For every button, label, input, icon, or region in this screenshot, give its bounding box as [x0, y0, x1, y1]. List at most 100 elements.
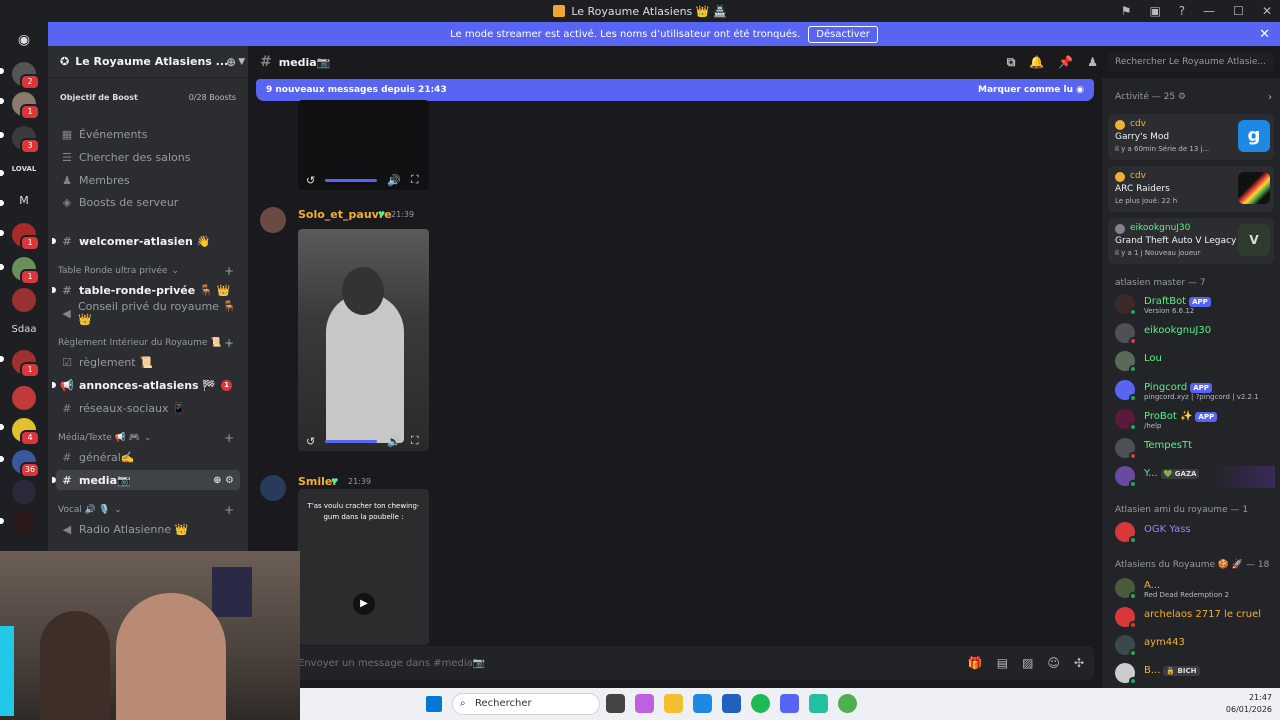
activity-card[interactable]: eikookgnuJ30 Grand Theft Auto V Legacy i… — [1108, 218, 1274, 264]
edge-icon[interactable] — [693, 694, 712, 713]
activity-header[interactable]: Activité — 25 ⚙ — [1115, 92, 1186, 102]
screen-share-icon[interactable]: ▣ — [1149, 4, 1160, 18]
member-item[interactable]: Lou — [1115, 351, 1275, 373]
member-item[interactable]: Y... 💚 GAZA — [1115, 466, 1275, 488]
server-search-input[interactable]: Rechercher Le Royaume Atlasie... — [1108, 52, 1274, 72]
help-icon[interactable]: ? — [1179, 4, 1185, 18]
volume-icon[interactable]: 🔊 — [387, 174, 401, 187]
maximize-button[interactable]: ☐ — [1233, 4, 1244, 18]
replay-icon[interactable]: ↺ — [306, 435, 315, 448]
server-icon[interactable]: 1 — [12, 223, 40, 251]
member-item[interactable]: A... Red Dead Redemption 2 — [1115, 578, 1275, 600]
member-list-icon[interactable]: ♟ — [1087, 55, 1098, 69]
inbox-flag-icon[interactable]: ⚑ — [1121, 4, 1132, 18]
add-channel-icon[interactable]: + — [224, 336, 234, 350]
chevron-right-icon[interactable]: › — [1268, 92, 1272, 103]
server-icon[interactable] — [12, 386, 36, 410]
new-messages-bar[interactable]: 9 nouveaux messages depuis 21:43 Marquer… — [256, 79, 1094, 101]
fullscreen-icon[interactable]: ⛶ — [411, 434, 419, 448]
app-icon[interactable] — [809, 694, 828, 713]
server-label-sdaa[interactable]: Sdaa — [8, 324, 40, 335]
category-media-texte[interactable]: Média/Texte 📢 🎮 ⌄ + — [56, 430, 240, 446]
gif-icon[interactable]: ▤ — [997, 656, 1008, 670]
server-icon[interactable]: 3 — [12, 126, 40, 154]
server-label-loval[interactable]: LOVAL — [8, 165, 40, 173]
minimize-button[interactable]: — — [1203, 4, 1215, 18]
server-icon[interactable]: 4 — [12, 418, 40, 446]
channel-table-ronde-privee[interactable]: # table-ronde-privée 🪑 👑 — [52, 280, 240, 300]
voice-channel-radio[interactable]: ◀ Radio Atlasienne 👑 — [56, 519, 240, 539]
task-view-icon[interactable] — [606, 694, 625, 713]
avatar[interactable] — [260, 475, 286, 501]
invite-people-icon[interactable]: ⊕ — [226, 55, 236, 69]
nav-browse-channels[interactable]: ☰ Chercher des salons — [56, 147, 240, 167]
notification-bell-icon[interactable]: 🔔 — [1029, 55, 1044, 69]
discord-icon[interactable] — [780, 694, 799, 713]
taskbar-search[interactable]: ⌕ Rechercher — [452, 693, 600, 715]
fullscreen-icon[interactable]: ⛶ — [411, 173, 419, 187]
gift-icon[interactable]: 🎁 — [968, 656, 983, 670]
add-channel-icon[interactable]: + — [224, 264, 234, 278]
channel-general[interactable]: # général✍️ — [56, 447, 240, 467]
play-icon[interactable]: ▶ — [353, 593, 375, 615]
file-explorer-icon[interactable] — [664, 694, 683, 713]
category-table-ronde[interactable]: Table Ronde ultra privée ⌄ + — [56, 263, 240, 279]
server-icon[interactable] — [12, 512, 36, 536]
pin-icon[interactable]: 📌 — [1058, 55, 1073, 69]
disable-streamer-button[interactable]: Désactiver — [808, 25, 878, 43]
channel-reglement[interactable]: ☑ règlement 📜 — [56, 352, 240, 372]
emoji-icon[interactable]: ☺ — [1047, 656, 1060, 670]
volume-icon[interactable]: 🔊 — [387, 435, 401, 448]
add-channel-icon[interactable]: + — [224, 503, 234, 517]
progress-bar[interactable] — [325, 178, 378, 182]
server-header[interactable]: ✪ Le Royaume Atlasiens ... ▼ ⊕ — [48, 46, 248, 78]
member-item[interactable]: archelaos 2717 le cruel — [1115, 607, 1275, 629]
category-reglement[interactable]: Règlement Intérieur du Royaume 📜 ⌄ + — [56, 335, 240, 351]
gear-icon[interactable]: ⚙ — [1178, 92, 1186, 102]
channel-reseaux-sociaux[interactable]: # réseaux-sociaux 📱 — [56, 398, 240, 418]
close-banner-icon[interactable]: ✕ — [1259, 27, 1270, 42]
member-item[interactable]: Pingcord APP pingcord.xyz | ?pingcord | v… — [1115, 380, 1275, 402]
server-icon[interactable]: 1 — [12, 350, 40, 378]
activity-card[interactable]: cdv ARC Raiders Le plus joué: 22 h — [1108, 166, 1274, 212]
message-input[interactable]: Envoyer un message dans #media📷 — [298, 658, 485, 669]
apps-icon[interactable]: ✣ — [1074, 656, 1084, 670]
copilot-icon[interactable] — [635, 694, 654, 713]
nav-server-boosts[interactable]: ◈ Boosts de serveur — [56, 192, 240, 212]
activity-card[interactable]: cdv Garry's Mod il y a 60min Série de 13… — [1108, 114, 1274, 160]
add-channel-icon[interactable]: + — [224, 431, 234, 445]
nav-events[interactable]: ▦ Événements — [56, 124, 240, 144]
discord-home-icon[interactable]: ◉ — [12, 28, 36, 52]
channel-conseil-prive[interactable]: ◀ Conseil privé du royaume 🪑 👑 — [56, 300, 240, 326]
nav-members[interactable]: ♟ Membres — [56, 170, 240, 190]
progress-bar[interactable] — [325, 439, 378, 443]
member-item[interactable]: aym443 — [1115, 635, 1275, 657]
member-item[interactable]: B... 🔒 BICH — [1115, 663, 1275, 685]
channel-welcomer[interactable]: # welcomer-atlasien 👋 — [52, 231, 240, 251]
member-item[interactable]: ProBot ✨ APP /help — [1115, 409, 1275, 431]
close-button[interactable]: ✕ — [1262, 4, 1272, 18]
chrome-icon[interactable] — [838, 694, 857, 713]
windows-start-icon[interactable] — [426, 696, 442, 712]
server-icon[interactable]: 2 — [12, 62, 40, 90]
member-item[interactable]: eikookgnuJ30 — [1115, 323, 1275, 345]
server-icon[interactable]: 1 — [12, 257, 40, 285]
video-attachment[interactable]: ↺ 🔊 ⛶ — [298, 100, 429, 190]
server-icon[interactable]: 1 — [12, 92, 40, 120]
member-item[interactable]: DraftBot APP Version 6.6.12 — [1115, 294, 1275, 316]
server-label-m[interactable]: M — [8, 194, 40, 207]
spotify-icon[interactable] — [751, 694, 770, 713]
system-clock[interactable]: 21:47 06/01/2026 — [1226, 692, 1272, 716]
tiktok-video-attachment[interactable]: T'as voulu cracher ton chewing-gum dans … — [298, 489, 429, 645]
threads-icon[interactable]: ⧉ — [1007, 55, 1016, 70]
video-attachment[interactable]: ↺ 🔊 ⛶ — [298, 229, 429, 451]
avatar[interactable] — [260, 207, 286, 233]
channel-settings-icon[interactable]: ⊕ ⚙ — [213, 475, 234, 486]
server-icon[interactable]: 36 — [12, 450, 40, 478]
server-icon[interactable] — [12, 288, 36, 312]
member-item[interactable]: OGK Yass — [1115, 522, 1275, 544]
channel-media[interactable]: # media📷 ⊕ ⚙ — [52, 470, 240, 490]
mark-as-read-button[interactable]: Marquer comme lu ◉ — [978, 85, 1084, 95]
channel-annonces[interactable]: 📢 annonces-atlasiens 🏁 1 — [52, 375, 240, 395]
sticker-icon[interactable]: ▨ — [1022, 656, 1033, 670]
